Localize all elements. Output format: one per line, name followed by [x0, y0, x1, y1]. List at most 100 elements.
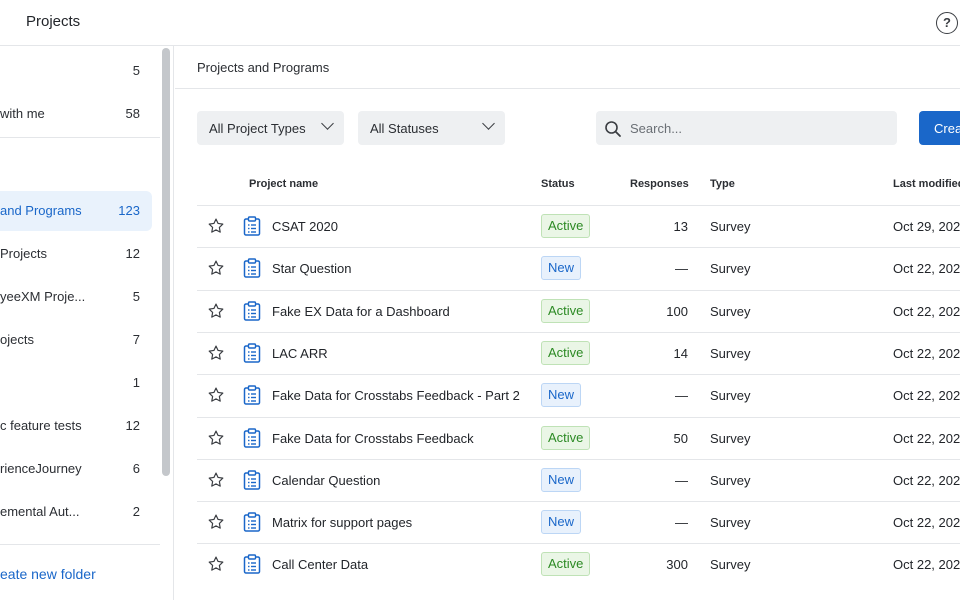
star-icon[interactable]: [207, 259, 225, 282]
survey-icon: [243, 512, 261, 537]
sidebar-folder-item[interactable]: 1: [0, 363, 152, 403]
star-icon[interactable]: [207, 555, 225, 578]
folder-count: 7: [132, 332, 140, 347]
sidebar-folder-item[interactable]: rienceJourney 6: [0, 449, 152, 489]
star-icon[interactable]: [207, 344, 225, 367]
project-name-link[interactable]: Star Question: [272, 261, 352, 276]
sidebar-folder-item[interactable]: emental Aut... 2: [0, 492, 152, 532]
last-modified-date: Oct 22, 202: [893, 430, 960, 446]
project-name-link[interactable]: Fake Data for Crosstabs Feedback: [272, 431, 474, 446]
star-icon[interactable]: [207, 513, 225, 536]
page-title: Projects: [26, 13, 81, 30]
folder-count: 12: [125, 418, 140, 433]
chevron-down-icon: [482, 117, 495, 130]
status-badge: New: [541, 510, 582, 535]
project-name-link[interactable]: CSAT 2020: [272, 219, 338, 234]
folder-label: c feature tests: [0, 418, 82, 433]
last-modified-date: Oct 22, 202: [893, 303, 960, 319]
status-badge: New: [541, 383, 582, 408]
folder-count: 5: [132, 289, 140, 304]
status-badge: New: [541, 256, 582, 281]
responses-count: 50: [673, 430, 688, 446]
responses-count: —: [675, 261, 688, 277]
sidebar-folder-item[interactable]: with me 58: [0, 94, 152, 134]
project-name-link[interactable]: Fake Data for Crosstabs Feedback - Part …: [272, 388, 520, 403]
sidebar-divider: [0, 137, 160, 138]
table-row[interactable]: Call Center Data Active 300 Survey Oct 22, 2…: [197, 543, 960, 585]
statuses-dropdown[interactable]: All Statuses: [358, 111, 505, 145]
folder-count: 58: [125, 106, 140, 121]
folder-label: and Programs: [0, 203, 82, 218]
table-row[interactable]: LAC ARR Active 14 Survey Oct 22, 202: [197, 331, 960, 374]
column-header-status[interactable]: Status: [541, 178, 575, 190]
search-box[interactable]: [596, 111, 897, 145]
sidebar-folder-item[interactable]: and Programs 123: [0, 191, 152, 231]
section-title: Projects and Programs: [197, 60, 330, 75]
project-type: Survey: [710, 430, 751, 446]
search-input[interactable]: [630, 119, 880, 137]
project-name-link[interactable]: Calendar Question: [272, 473, 380, 488]
create-new-folder-link[interactable]: eate new folder: [0, 566, 96, 582]
sidebar-folder-item[interactable]: yeeXM Proje... 5: [0, 277, 152, 317]
folder-label: Projects: [0, 246, 47, 261]
status-badge: Active: [541, 425, 591, 450]
sidebar: 5 with me 58 and Programs 123 Projects 12 yeeXM…: [0, 46, 174, 600]
status-badge: Active: [541, 214, 591, 238]
project-type: Survey: [710, 472, 751, 488]
project-type: Survey: [710, 261, 751, 277]
last-modified-date: Oct 22, 202: [893, 388, 960, 404]
project-name-link[interactable]: Call Center Data: [272, 557, 368, 572]
survey-icon: [243, 300, 261, 326]
column-header-name[interactable]: Project name: [249, 178, 318, 190]
star-icon[interactable]: [207, 386, 225, 409]
responses-count: 13: [673, 219, 688, 234]
sidebar-folder-item[interactable]: Projects 12: [0, 234, 152, 274]
table-row[interactable]: Fake EX Data for a Dashboard Active 100 Sur…: [197, 289, 960, 332]
column-header-last-modified[interactable]: Last modified: [893, 178, 960, 190]
status-badge: Active: [541, 552, 591, 577]
sidebar-folder-item[interactable]: ojects 7: [0, 320, 152, 360]
survey-icon: [243, 470, 261, 495]
survey-icon: [243, 216, 261, 241]
column-header-type[interactable]: Type: [710, 178, 735, 190]
project-name-link[interactable]: Matrix for support pages: [272, 515, 412, 530]
project-types-dropdown[interactable]: All Project Types: [197, 111, 344, 145]
responses-count: —: [675, 388, 688, 404]
status-badge: Active: [541, 298, 591, 323]
table-row[interactable]: Matrix for support pages New — Survey Oct 22…: [197, 501, 960, 543]
project-type: Survey: [710, 345, 751, 361]
table-row[interactable]: Star Question New — Survey Oct 22, 202: [197, 247, 960, 289]
column-header-responses[interactable]: Responses: [630, 178, 689, 190]
sidebar-scrollbar[interactable]: [162, 48, 170, 476]
main-panel: Projects and Programs All Project Types …: [175, 46, 960, 600]
folder-label: yeeXM Proje...: [0, 289, 86, 304]
help-icon[interactable]: ?: [936, 12, 958, 34]
table-row[interactable]: Calendar Question New — Survey Oct 22, 202: [197, 458, 960, 501]
star-icon[interactable]: [207, 302, 225, 325]
star-icon[interactable]: [207, 217, 225, 240]
folder-count: 6: [132, 461, 140, 476]
status-badge: Active: [541, 340, 591, 365]
table-row[interactable]: Fake Data for Crosstabs Feedback - Part …: [197, 374, 960, 416]
project-name-link[interactable]: LAC ARR: [272, 346, 328, 361]
folder-label: rienceJourney: [0, 461, 82, 476]
last-modified-date: Oct 22, 202: [893, 261, 960, 277]
responses-count: 100: [666, 303, 688, 319]
top-bar: Projects ?: [0, 0, 960, 46]
last-modified-date: Oct 29, 202: [893, 219, 960, 234]
folder-count: 5: [132, 63, 140, 78]
create-project-button[interactable]: Crea: [919, 111, 960, 145]
table-row[interactable]: CSAT 2020 Active 13 Survey Oct 29, 202: [197, 205, 960, 247]
survey-icon: [243, 427, 261, 453]
star-icon[interactable]: [207, 471, 225, 494]
folder-count: 123: [118, 203, 140, 218]
table-row[interactable]: Fake Data for Crosstabs Feedback Active 50…: [197, 416, 960, 459]
sidebar-folder-item[interactable]: c feature tests 12: [0, 406, 152, 446]
sidebar-folder-item[interactable]: 5: [0, 51, 152, 91]
project-type: Survey: [710, 219, 751, 234]
survey-icon: [243, 554, 261, 579]
star-icon[interactable]: [207, 429, 225, 452]
statuses-value: All Statuses: [370, 121, 439, 136]
project-name-link[interactable]: Fake EX Data for a Dashboard: [272, 304, 450, 319]
project-type: Survey: [710, 388, 751, 404]
